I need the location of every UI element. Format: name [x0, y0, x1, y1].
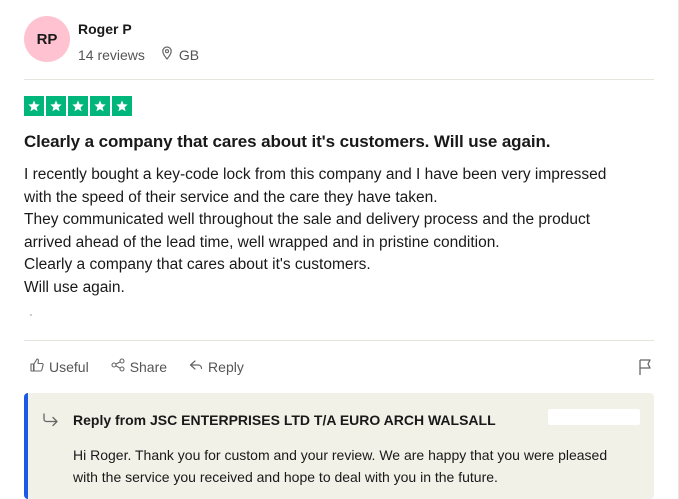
reply-date-placeholder [548, 409, 640, 425]
reply-line: Hi Roger. Thank you for custom and your … [73, 447, 608, 463]
map-pin-icon [161, 46, 173, 63]
share-label: Share [129, 358, 168, 375]
reply-button[interactable]: Reply [189, 358, 244, 375]
avatar[interactable]: RP [24, 16, 70, 62]
star-icon [24, 96, 44, 116]
decorative-dot [30, 314, 32, 316]
star-icon [68, 96, 88, 116]
company-reply: Reply from JSC ENTERPRISES LTD T/A EURO … [24, 393, 654, 499]
useful-button[interactable]: Useful [30, 358, 89, 375]
reply-label: Reply [208, 358, 244, 375]
divider [24, 79, 654, 80]
review-line: with the speed of their service and the … [24, 188, 438, 206]
review-line: Clearly a company that cares about it's … [24, 256, 371, 273]
useful-label: Useful [49, 358, 89, 375]
flag-icon [638, 359, 654, 380]
reviewer-country: GB [178, 46, 200, 63]
share-button[interactable]: Share [111, 358, 167, 375]
share-icon [111, 358, 130, 375]
review-body: I recently bought a key-code lock from t… [24, 164, 654, 299]
company-reply-title: Reply from JSC ENTERPRISES LTD T/A EURO … [73, 412, 496, 428]
company-reply-text: Hi Roger. Thank you for custom and your … [73, 444, 643, 488]
review-line: Will use again. [24, 278, 125, 296]
review-line: arrived ahead of the lead time, well wra… [24, 233, 500, 251]
reply-indent-icon [42, 413, 60, 432]
reply-line: with the service you received and hope t… [73, 469, 498, 485]
review-line: They communicated well throughout the sa… [24, 211, 591, 228]
reply-arrow-icon [189, 358, 208, 375]
star-rating [24, 96, 132, 116]
review-actions: Useful Share Reply [30, 358, 266, 375]
thumbs-up-icon [30, 358, 49, 375]
review-line: I recently bought a key-code lock from t… [24, 166, 607, 183]
reviewer-meta: 14 reviews GB [78, 46, 199, 63]
reviewer-name[interactable]: Roger P [78, 21, 199, 37]
review-count: 14 reviews [78, 46, 145, 63]
reviewer-header: RP Roger P 14 reviews GB [24, 16, 199, 63]
reviewer-info: Roger P 14 reviews GB [78, 21, 199, 63]
report-flag-button[interactable] [638, 358, 654, 381]
review-card: RP Roger P 14 reviews GB Clearly a compa… [0, 0, 679, 499]
star-icon [112, 96, 132, 116]
star-icon [46, 96, 66, 116]
review-title[interactable]: Clearly a company that cares about it's … [24, 132, 550, 152]
divider [24, 340, 654, 341]
star-icon [90, 96, 110, 116]
